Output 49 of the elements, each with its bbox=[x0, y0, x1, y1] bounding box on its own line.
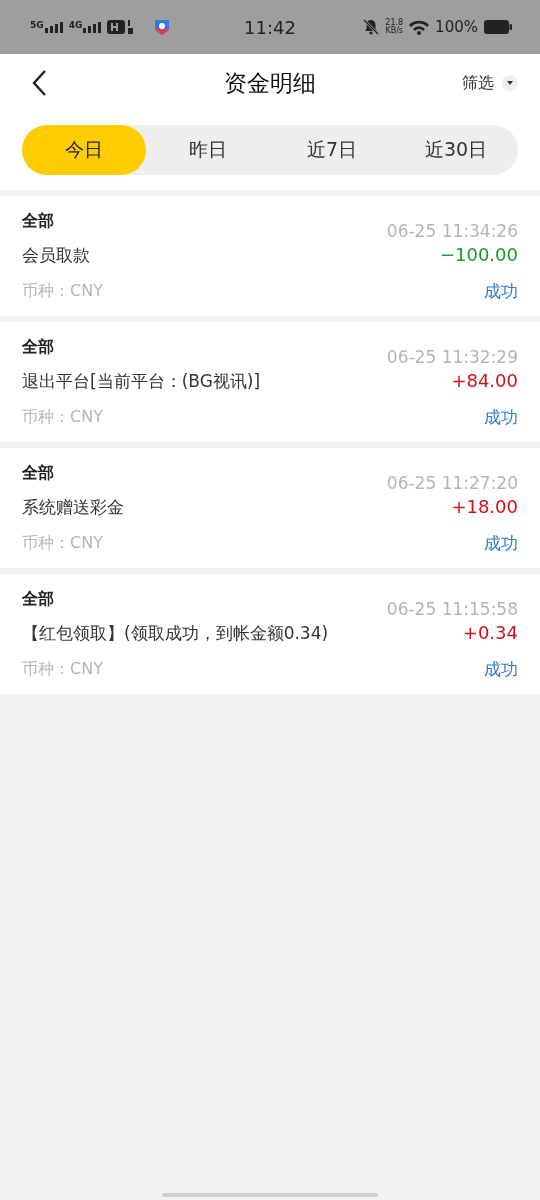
category-label: 全部 bbox=[22, 462, 55, 484]
transaction-description: 会员取款 bbox=[22, 244, 91, 267]
status-label: 成功 bbox=[484, 658, 518, 681]
speed-unit: KB/s bbox=[385, 27, 403, 35]
currency-label: 币种：CNY bbox=[22, 532, 104, 554]
signal-icon bbox=[44, 21, 63, 33]
app-icon bbox=[153, 18, 172, 36]
currency-label: 币种：CNY bbox=[22, 658, 104, 680]
transaction-description: 退出平台[当前平台：(BG视讯)] bbox=[22, 370, 261, 393]
clock: 11:42 bbox=[244, 16, 296, 38]
dropdown-icon bbox=[502, 75, 518, 91]
battery-icon bbox=[484, 20, 512, 34]
transaction-time: 06-25 11:27:20 bbox=[386, 472, 518, 495]
transaction-card[interactable]: 全部 【红包领取】(领取成功，到帐金额0.34) 币种：CNY 06-25 11:15:58 +0.34 成功 bbox=[0, 574, 540, 694]
transaction-amount: +84.00 bbox=[451, 369, 518, 393]
filter-button[interactable]: 筛选 bbox=[462, 72, 518, 94]
network-type: 4G bbox=[68, 21, 83, 30]
transaction-time: 06-25 11:15:58 bbox=[386, 598, 518, 621]
transaction-time: 06-25 11:32:29 bbox=[386, 346, 518, 369]
status-label: 成功 bbox=[484, 532, 518, 555]
back-icon[interactable] bbox=[30, 69, 48, 97]
currency-label: 币种：CNY bbox=[22, 280, 103, 302]
category-label: 全部 bbox=[22, 336, 55, 358]
transaction-card[interactable]: 全部 会员取款 币种：CNY 06-25 11:34:26 −100.00 成功 bbox=[0, 196, 540, 316]
hd-icon bbox=[107, 19, 136, 35]
transaction-amount: +0.34 bbox=[462, 621, 518, 645]
transaction-card[interactable]: 全部 退出平台[当前平台：(BG视讯)] 币种：CNY 06-25 11:32:29 +84.00 成功 bbox=[0, 322, 540, 442]
page-title: 资金明细 bbox=[224, 69, 316, 96]
status-label: 成功 bbox=[484, 406, 518, 429]
period-tab[interactable]: 近30日 bbox=[394, 125, 518, 175]
wifi-icon bbox=[409, 19, 430, 35]
transaction-time: 06-25 11:34:26 bbox=[386, 220, 518, 243]
transaction-amount: −100.00 bbox=[439, 243, 518, 267]
period-tab[interactable]: 今日 bbox=[22, 125, 146, 175]
category-label: 全部 bbox=[22, 588, 55, 610]
network-type: 5G bbox=[30, 21, 44, 30]
currency-label: 币种：CNY bbox=[22, 406, 104, 428]
period-tab[interactable]: 昨日 bbox=[146, 125, 270, 175]
battery-percent: 100% bbox=[435, 18, 478, 36]
speed-value: 21.8 bbox=[385, 19, 404, 27]
transaction-description: 【红包领取】(领取成功，到帐金额0.34) bbox=[22, 622, 329, 645]
status-label: 成功 bbox=[484, 280, 518, 303]
period-tab[interactable]: 近7日 bbox=[270, 125, 394, 175]
transaction-description: 系统赠送彩金 bbox=[22, 496, 124, 519]
transaction-card[interactable]: 全部 系统赠送彩金 币种：CNY 06-25 11:27:20 +18.00 成功 bbox=[0, 448, 540, 568]
category-label: 全部 bbox=[22, 210, 55, 232]
signal-icon bbox=[83, 21, 102, 33]
mute-bell-icon bbox=[363, 19, 380, 35]
transaction-amount: +18.00 bbox=[451, 495, 518, 519]
